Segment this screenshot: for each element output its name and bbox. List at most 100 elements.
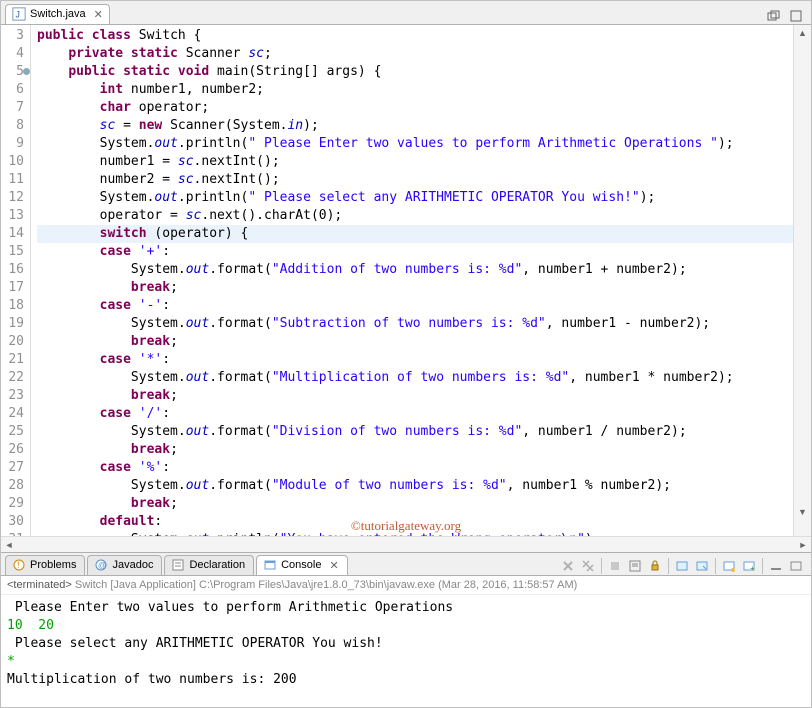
code-line[interactable]: System.out.format("Division of two numbe… — [37, 423, 793, 441]
java-file-icon: J — [12, 7, 26, 21]
line-number: 26 — [1, 441, 24, 459]
console-line: Please Enter two values to perform Arith… — [7, 599, 805, 617]
code-line[interactable]: case '/': — [37, 405, 793, 423]
line-number: 31 — [1, 531, 24, 536]
editor-toolbar — [765, 8, 811, 24]
line-gutter: 3456789101112131415161718192021222324252… — [1, 25, 31, 536]
code-line[interactable]: break; — [37, 387, 793, 405]
new-console-icon[interactable]: + — [740, 557, 758, 575]
svg-text:!: ! — [17, 560, 20, 570]
maximize-view-icon[interactable] — [787, 557, 805, 575]
console-line: 10 20 — [7, 617, 805, 635]
code-line[interactable]: case '%': — [37, 459, 793, 477]
problems-icon: ! — [12, 558, 26, 572]
toolbar-separator — [668, 558, 669, 574]
code-line[interactable]: case '-': — [37, 297, 793, 315]
view-tab-label: Declaration — [189, 559, 245, 571]
line-number: 3 — [1, 27, 24, 45]
code-line[interactable]: break; — [37, 333, 793, 351]
code-line[interactable]: case '*': — [37, 351, 793, 369]
code-line[interactable]: System.out.format("Subtraction of two nu… — [37, 315, 793, 333]
code-line[interactable]: System.out.println("You have entered the… — [37, 531, 793, 536]
line-number: 7 — [1, 99, 24, 117]
view-tab-problems[interactable]: ! Problems — [5, 555, 85, 575]
code-line[interactable]: default: — [37, 513, 793, 531]
scroll-down-icon[interactable]: ▼ — [794, 504, 811, 520]
console-line: Multiplication of two numbers is: 200 — [7, 671, 805, 689]
code-line[interactable]: public class Switch { — [37, 27, 793, 45]
console-icon — [263, 558, 277, 572]
minimize-view-icon[interactable] — [767, 557, 785, 575]
line-number: 19 — [1, 315, 24, 333]
line-number: 24 — [1, 405, 24, 423]
line-number: 10 — [1, 153, 24, 171]
remove-all-icon[interactable] — [579, 557, 597, 575]
views-tabbar: ! Problems @Javadoc Declaration Console✕ + — [1, 552, 811, 576]
view-tab-label: Problems — [30, 559, 76, 571]
code-line[interactable]: break; — [37, 279, 793, 297]
maximize-icon[interactable] — [787, 8, 805, 24]
code-area[interactable]: public class Switch { private static Sca… — [31, 25, 793, 536]
close-view-icon[interactable]: ✕ — [329, 559, 338, 572]
pin-console-icon[interactable] — [673, 557, 691, 575]
code-line[interactable]: System.out.format("Multiplication of two… — [37, 369, 793, 387]
toolbar-separator — [762, 558, 763, 574]
code-line[interactable]: System.out.println(" Please Enter two va… — [37, 135, 793, 153]
line-number: 16 — [1, 261, 24, 279]
terminate-icon[interactable] — [606, 557, 624, 575]
view-tab-javadoc[interactable]: @Javadoc — [87, 555, 162, 575]
vertical-scrollbar[interactable]: ▲ ▼ — [793, 25, 811, 536]
code-line[interactable]: switch (operator) { — [37, 225, 793, 243]
code-line[interactable]: char operator; — [37, 99, 793, 117]
line-number: 9 — [1, 135, 24, 153]
console-toolbar: + — [559, 557, 811, 575]
line-number: 18 — [1, 297, 24, 315]
declaration-icon — [171, 558, 185, 572]
code-line[interactable]: sc = new Scanner(System.in); — [37, 117, 793, 135]
code-line[interactable]: int number1, number2; — [37, 81, 793, 99]
code-line[interactable]: System.out.println(" Please select any A… — [37, 189, 793, 207]
code-line[interactable]: operator = sc.next().charAt(0); — [37, 207, 793, 225]
scroll-lock-icon[interactable] — [646, 557, 664, 575]
open-console-icon[interactable] — [720, 557, 738, 575]
code-line[interactable]: case '+': — [37, 243, 793, 261]
line-number: 29 — [1, 495, 24, 513]
svg-text:+: + — [750, 564, 755, 573]
line-number: 4 — [1, 45, 24, 63]
view-tab-console[interactable]: Console✕ — [256, 555, 348, 575]
toolbar-separator — [715, 558, 716, 574]
editor-tab-switch[interactable]: J Switch.java ✕ — [5, 4, 110, 24]
horizontal-scrollbar[interactable]: ◄ ► — [1, 536, 811, 552]
restore-icon[interactable] — [765, 8, 783, 24]
console-output[interactable]: Please Enter two values to perform Arith… — [1, 595, 811, 707]
line-number: 21 — [1, 351, 24, 369]
console-process-header: <terminated> Switch [Java Application] C… — [1, 576, 811, 595]
line-number: 28 — [1, 477, 24, 495]
code-line[interactable]: public static void main(String[] args) { — [37, 63, 793, 81]
svg-text:J: J — [16, 10, 20, 20]
close-tab-icon[interactable]: ✕ — [94, 8, 103, 21]
code-line[interactable]: break; — [37, 441, 793, 459]
line-number: 6 — [1, 81, 24, 99]
scroll-left-icon[interactable]: ◄ — [1, 540, 17, 550]
line-number: 8 — [1, 117, 24, 135]
display-selected-icon[interactable] — [693, 557, 711, 575]
code-line[interactable]: private static Scanner sc; — [37, 45, 793, 63]
view-tab-declaration[interactable]: Declaration — [164, 555, 254, 575]
code-line[interactable]: System.out.format("Module of two numbers… — [37, 477, 793, 495]
code-line[interactable]: number2 = sc.nextInt(); — [37, 171, 793, 189]
line-number: 23 — [1, 387, 24, 405]
line-number: 13 — [1, 207, 24, 225]
code-line[interactable]: number1 = sc.nextInt(); — [37, 153, 793, 171]
line-number: 20 — [1, 333, 24, 351]
scroll-right-icon[interactable]: ► — [795, 540, 811, 550]
editor-tab-label: Switch.java — [30, 8, 86, 20]
code-line[interactable]: System.out.format("Addition of two numbe… — [37, 261, 793, 279]
clear-console-icon[interactable] — [626, 557, 644, 575]
scroll-up-icon[interactable]: ▲ — [794, 25, 811, 41]
code-editor[interactable]: 3456789101112131415161718192021222324252… — [1, 25, 811, 536]
line-number: 14 — [1, 225, 24, 243]
code-line[interactable]: break; — [37, 495, 793, 513]
remove-launch-icon[interactable] — [559, 557, 577, 575]
svg-text:@: @ — [98, 561, 106, 570]
